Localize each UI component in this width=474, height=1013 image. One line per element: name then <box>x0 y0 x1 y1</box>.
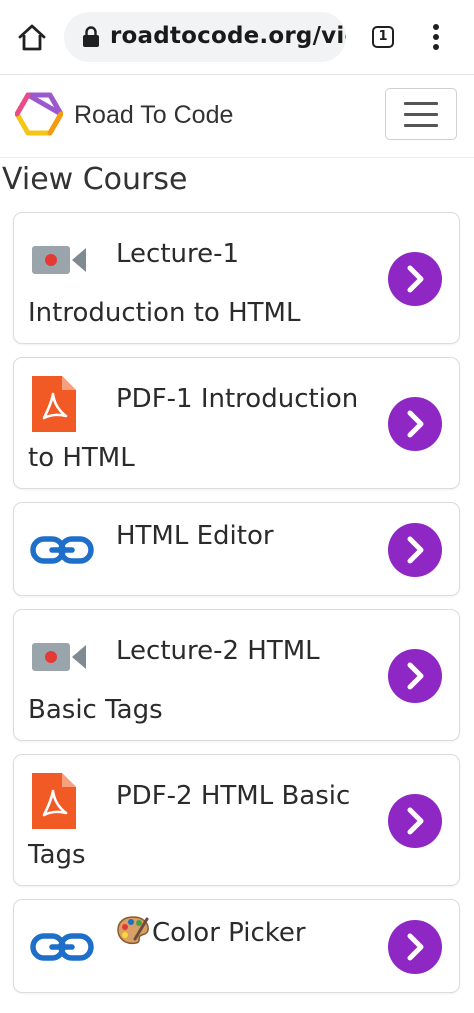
course-item-title-wrap: Color Picker <box>28 913 378 953</box>
browser-toolbar: roadtocode.org/view 1 <box>0 0 474 75</box>
menu-bar-icon <box>404 124 438 127</box>
chevron-right-icon <box>407 536 424 564</box>
page-title: View Course <box>2 162 188 197</box>
open-item-button[interactable] <box>388 649 442 703</box>
tab-switcher-button[interactable]: 1 <box>372 26 394 48</box>
url-text: roadtocode.org/view <box>110 23 346 49</box>
course-item-list: Lecture-1 Introduction to HTML PDF-1 Int… <box>13 212 460 1006</box>
course-item-title: Color Picker <box>152 918 306 948</box>
open-item-button[interactable] <box>388 794 442 848</box>
chevron-right-icon <box>407 933 424 961</box>
course-item-title: PDF-2 HTML Basic Tags <box>28 781 351 870</box>
chevron-right-icon <box>407 662 424 690</box>
more-vert-icon[interactable] <box>426 22 446 52</box>
course-item[interactable]: Lecture-1 Introduction to HTML <box>13 212 460 344</box>
brand-name[interactable]: Road To Code <box>74 101 233 130</box>
open-item-button[interactable] <box>388 252 442 306</box>
open-item-button[interactable] <box>388 397 442 451</box>
menu-bar-icon <box>404 102 438 105</box>
course-item-title: Lecture-1 Introduction to HTML <box>28 239 301 328</box>
course-item[interactable]: HTML Editor <box>13 502 460 596</box>
course-item-title: HTML Editor <box>116 521 274 551</box>
open-item-button[interactable] <box>388 523 442 577</box>
chevron-right-icon <box>407 807 424 835</box>
course-item-title: PDF-1 Introduction to HTML <box>28 384 359 473</box>
site-navbar: Road To Code <box>0 75 474 158</box>
open-item-button[interactable] <box>388 920 442 974</box>
chevron-right-icon <box>407 410 424 438</box>
lock-icon <box>83 26 99 47</box>
brand-logo[interactable] <box>15 92 63 136</box>
home-icon[interactable] <box>16 22 48 54</box>
course-item[interactable]: PDF-2 HTML Basic Tags <box>13 754 460 886</box>
course-item[interactable]: Color Picker <box>13 899 460 993</box>
address-bar[interactable]: roadtocode.org/view <box>64 12 346 62</box>
course-item-title: Lecture-2 HTML Basic Tags <box>28 636 320 725</box>
course-item[interactable]: Lecture-2 HTML Basic Tags <box>13 609 460 741</box>
menu-bar-icon <box>404 113 438 116</box>
course-item[interactable]: PDF-1 Introduction to HTML <box>13 357 460 489</box>
hamburger-menu-button[interactable] <box>385 88 457 140</box>
chevron-right-icon <box>407 265 424 293</box>
artist-palette-icon <box>117 916 149 945</box>
